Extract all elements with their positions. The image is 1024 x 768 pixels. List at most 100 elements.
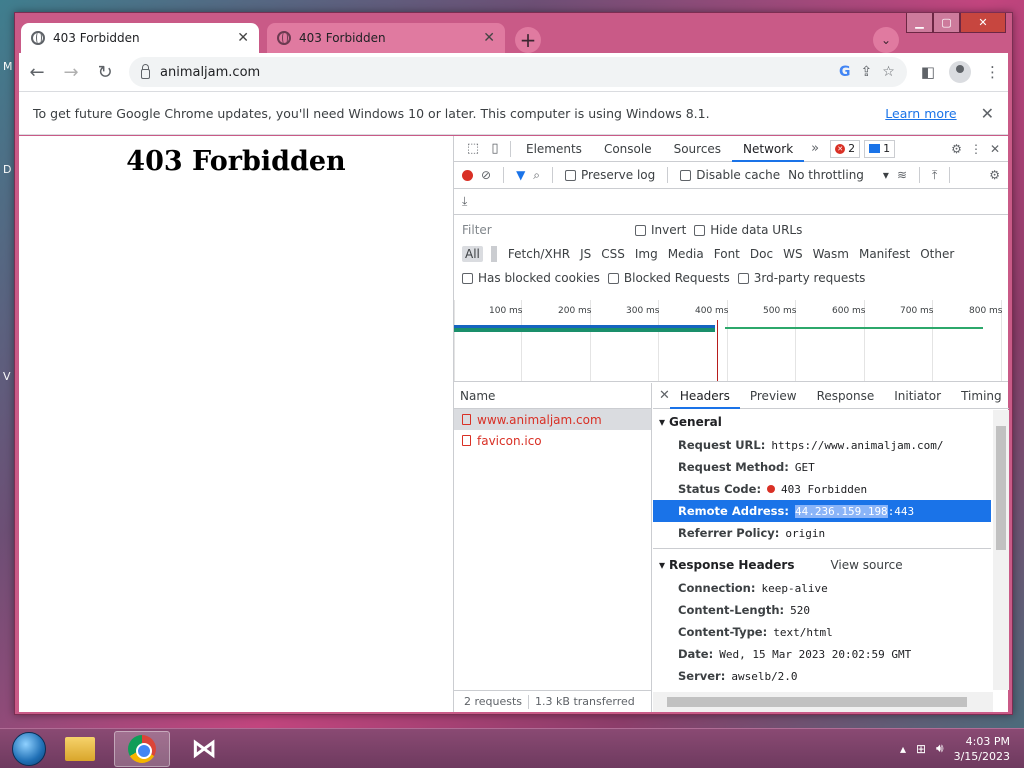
close-details-icon[interactable]: ✕ [659,388,670,403]
filter-type-fetch-xhr[interactable]: Fetch/XHR [505,246,573,262]
google-translate-icon[interactable]: G [839,64,851,80]
back-icon[interactable]: ← [27,62,47,83]
close-window-button[interactable]: ✕ [960,13,1006,33]
export-har-icon[interactable]: ⤓ [462,194,467,209]
start-button[interactable] [12,731,46,766]
devtools-tab-elements[interactable]: Elements [515,136,593,162]
lock-icon[interactable] [141,63,150,79]
disable-cache-checkbox[interactable]: Disable cache [680,168,780,182]
learn-more-link[interactable]: Learn more [885,106,956,121]
network-timeline-overview[interactable]: 100 ms 200 ms 300 ms 400 ms 500 ms 600 m… [454,300,1008,382]
filter-type-css[interactable]: CSS [598,246,628,262]
errors-badge[interactable]: ✕ 2 [830,139,861,158]
details-tab-response[interactable]: Response [807,383,885,409]
forward-icon[interactable]: → [61,62,81,83]
filter-type-ws[interactable]: WS [780,246,805,262]
request-row[interactable]: www.animaljam.com [454,409,651,430]
preserve-log-checkbox[interactable]: Preserve log [565,168,655,182]
more-tabs-icon[interactable]: » [804,141,826,156]
profile-avatar[interactable] [949,61,971,83]
invert-checkbox[interactable]: Invert [635,223,686,237]
scrollbar-thumb[interactable] [996,426,1006,550]
new-tab-button[interactable]: + [515,27,541,53]
checkbox-box[interactable] [680,169,692,181]
close-devtools-icon[interactable]: ✕ [990,142,1000,156]
details-tab-timing[interactable]: Timing [951,383,1012,409]
request-row[interactable]: favicon.ico [454,430,651,451]
volume-icon[interactable]: 🔊︎ [936,741,944,756]
filter-type-wasm[interactable]: Wasm [810,246,852,262]
filter-type-js[interactable]: JS [577,246,594,262]
filter-type-font[interactable]: Font [711,246,743,262]
view-source-link[interactable]: View source [830,558,902,572]
column-header-name[interactable]: Name [454,383,651,409]
details-tab-preview[interactable]: Preview [740,383,807,409]
header-value[interactable]: 44.236.159.198:443 [794,504,914,518]
filter-type-img[interactable]: Img [632,246,661,262]
device-toolbar-icon[interactable]: ▯ [484,141,506,156]
blocked-cookies-checkbox[interactable]: Has blocked cookies [462,271,600,285]
hide-data-urls-checkbox[interactable]: Hide data URLs [694,223,802,237]
horizontal-scrollbar[interactable] [653,692,993,712]
scrollbar-thumb[interactable] [667,697,967,707]
reload-icon[interactable]: ↻ [95,62,115,83]
menu-kebab-icon[interactable]: ⋮ [985,63,1000,81]
throttling-select[interactable]: No throttling ▾ [788,168,889,182]
search-icon[interactable]: ⌕ [533,168,540,183]
network-settings-gear-icon[interactable]: ⚙ [989,168,1000,182]
network-icon[interactable]: ⊞ [916,742,926,756]
blocked-requests-checkbox[interactable]: Blocked Requests [607,271,730,285]
response-headers-section-header[interactable]: ▾ Response Headers View source [653,553,991,577]
taskbar-file-explorer[interactable] [52,731,108,767]
filter-type-all[interactable]: All [462,246,483,262]
header-row-selected[interactable]: Remote Address: 44.236.159.198:443 [653,500,991,522]
tab-active[interactable]: 403 Forbidden ✕ [21,23,259,53]
show-hidden-icons-icon[interactable]: ▴ [900,742,906,756]
share-icon[interactable]: ⇪ [861,64,873,80]
filter-type-media[interactable]: Media [665,246,707,262]
close-infobar-icon[interactable]: ✕ [981,104,994,123]
record-icon[interactable] [462,169,473,181]
filter-type-other[interactable]: Other [917,246,957,262]
checkbox-box[interactable] [635,224,646,236]
network-conditions-icon[interactable]: ≋ [897,168,907,182]
third-party-checkbox[interactable]: 3rd-party requests [737,271,865,285]
tab-inactive[interactable]: 403 Forbidden ✕ [267,23,505,53]
general-section-header[interactable]: ▾ General [653,410,991,434]
filter-input[interactable]: Filter [462,223,627,237]
checkbox-box[interactable] [694,224,706,236]
tab-search-button[interactable]: ⌄ [873,27,899,53]
checkbox-box[interactable] [462,272,473,284]
filter-bar: Filter Invert Hide data URLs [454,217,1008,243]
minimize-button[interactable]: ▁ [906,13,933,33]
devtools-menu-icon[interactable]: ⋮ [970,142,982,156]
inspect-element-icon[interactable]: ⬚ [462,141,484,156]
clock[interactable]: 4:03 PM 3/15/2023 [954,734,1010,764]
maximize-button[interactable]: ▢ [933,13,960,33]
checkbox-box[interactable] [737,272,749,284]
filter-type-manifest[interactable]: Manifest [856,246,913,262]
close-tab-icon[interactable]: ✕ [237,30,249,46]
taskbar-chrome[interactable] [114,730,170,767]
taskbar-visual-studio[interactable]: ⋈ [176,731,232,767]
address-bar[interactable]: animaljam.com G ⇪ ☆ [129,57,907,87]
devtools-tab-console[interactable]: Console [593,136,663,162]
devtools-tab-sources[interactable]: Sources [663,136,732,162]
filter-icon[interactable]: ▼ [516,168,525,182]
filter-type-doc[interactable]: Doc [747,246,776,262]
close-tab-icon[interactable]: ✕ [483,30,495,46]
messages-badge[interactable]: 1 [864,139,896,158]
url-text[interactable]: animaljam.com [160,65,829,80]
vertical-scrollbar[interactable] [993,410,1009,690]
clear-icon[interactable]: ⊘ [481,168,491,182]
details-tab-initiator[interactable]: Initiator [884,383,951,409]
devtools-tab-network[interactable]: Network [732,136,805,162]
side-panel-icon[interactable]: ◧ [921,63,935,81]
import-har-icon[interactable]: ⤒ [932,168,937,183]
checkbox-box[interactable] [565,169,577,181]
settings-gear-icon[interactable]: ⚙ [951,142,962,156]
bookmark-star-icon[interactable]: ☆ [882,64,895,80]
checkbox-box[interactable] [607,272,619,284]
divider [667,167,669,183]
details-tab-headers[interactable]: Headers [669,383,740,409]
